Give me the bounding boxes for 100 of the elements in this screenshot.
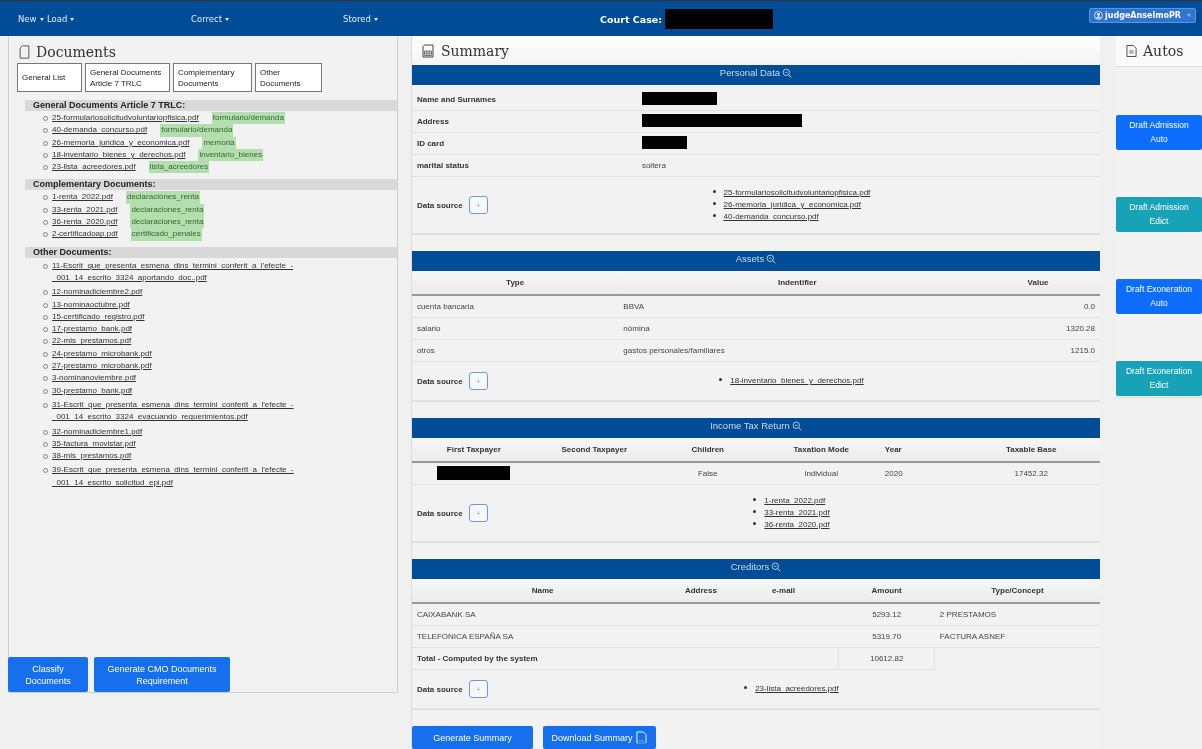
- file-link[interactable]: 33-renta_2021.pdf: [52, 203, 118, 217]
- file-link[interactable]: 38-mis_prestamos.pdf: [52, 450, 132, 463]
- file-link[interactable]: 24-prestamo_microbank.pdf: [52, 347, 152, 361]
- table-cell: 1320.28: [976, 317, 1100, 340]
- file-link[interactable]: 30-prestamo_bank.pdf: [52, 384, 133, 397]
- column-header: Address: [673, 579, 729, 603]
- draft-button[interactable]: Draft Exoneration Auto: [1116, 279, 1202, 314]
- group-heading: Other Documents:: [25, 246, 397, 258]
- file-link[interactable]: 2-certificadoap.pdf: [52, 228, 118, 241]
- tab[interactable]: General List: [17, 63, 82, 92]
- data-source-label: Data source: [416, 508, 463, 518]
- group-heading: General Documents Article 7 TRLC:: [25, 100, 397, 111]
- panel-title: Autos: [1143, 43, 1184, 59]
- action-button[interactable]: Generate Summary: [411, 726, 533, 749]
- source-link[interactable]: 26-memoria_juridica_y_economica.pdf: [723, 200, 861, 209]
- bullet-icon: [744, 686, 748, 690]
- file-link[interactable]: 39-Escrit_que_presenta_esmena_dins_termini_conferit_a_l'efecte_-_001_14_escrito_solicitud_epi.pdf: [52, 464, 296, 489]
- menu-button[interactable]: Correct: [191, 14, 230, 24]
- column-header: Amount: [838, 579, 935, 603]
- file-link[interactable]: 13-nominaoctubre.pdf: [52, 298, 130, 311]
- column-header: Indentifier: [618, 271, 977, 295]
- file-link[interactable]: 25-formulariosolicitudvoluntariopfisica.pdf: [52, 112, 199, 125]
- category-tag: formulario/demanda: [211, 112, 285, 125]
- action-button[interactable]: Classify Documents: [8, 657, 88, 692]
- document-icon: [636, 731, 648, 744]
- column-header: Children: [652, 438, 763, 462]
- column-header: Taxation Mode: [762, 438, 880, 462]
- draft-button[interactable]: Draft Admission Auto: [1116, 115, 1202, 150]
- column-header: Name: [411, 579, 674, 603]
- bullet-icon: [753, 510, 757, 514]
- menu-button[interactable]: Stored: [343, 14, 378, 24]
- source-link[interactable]: 23-lista_acreedores.pdf: [755, 684, 839, 693]
- table-cell: 2 PRESTAMOS: [934, 603, 1100, 626]
- file-link[interactable]: 40-demanda_concurso.pdf: [52, 124, 148, 137]
- menu-button[interactable]: Load: [47, 14, 75, 24]
- category-tag: declaraciones_renta: [130, 216, 205, 229]
- column-header: Year: [879, 438, 963, 462]
- field-label: Address: [411, 110, 637, 133]
- field-value: soltera: [641, 161, 666, 170]
- document-icon: [1126, 44, 1137, 58]
- category-tag: declaraciones_renta: [125, 191, 200, 204]
- file-link[interactable]: 26-memoria_juridica_y_economica.pdf: [52, 136, 190, 149]
- tab[interactable]: General Documents Article 7 TRLC: [85, 63, 170, 92]
- action-button[interactable]: Generate CMO Documents Requirement: [94, 657, 230, 692]
- file-link[interactable]: 36-renta_2020.pdf: [52, 216, 118, 229]
- source-link[interactable]: 36-renta_2020.pdf: [764, 520, 830, 529]
- menu-button[interactable]: New: [18, 14, 44, 24]
- table-cell: 10612.82: [838, 647, 935, 670]
- data-source-label: Data source: [416, 200, 463, 210]
- source-link[interactable]: 1-renta_2022.pdf: [764, 496, 826, 505]
- column-header: Type: [411, 271, 619, 295]
- section-title: Assets: [735, 253, 765, 264]
- panel-title: Summary: [440, 42, 510, 59]
- category-tag: certificado_penales: [130, 228, 202, 241]
- bullet-icon: [753, 522, 757, 526]
- section-title: Creditors: [730, 561, 770, 572]
- table-cell: salario: [411, 317, 619, 340]
- spreadsheet-icon: [421, 43, 434, 58]
- file-link[interactable]: 17-prestamo_bank.pdf: [52, 323, 133, 336]
- table-cell: 5293.12: [838, 603, 935, 626]
- table-cell: 1215.0: [976, 339, 1100, 362]
- file-link[interactable]: 27-prestamo_microbank.pdf: [52, 360, 152, 373]
- column-header: First Taxpayer: [411, 438, 536, 462]
- column-header: e-mail: [728, 579, 839, 603]
- file-link[interactable]: 1-renta_2022.pdf: [52, 191, 113, 204]
- file-link[interactable]: 12-nominadiciembre2.pdf: [52, 286, 143, 299]
- bullet-icon: [712, 190, 716, 194]
- source-link[interactable]: 25-formulariosolicitudvoluntariopfisica.pdf: [723, 188, 871, 197]
- user-icon: [1094, 11, 1103, 20]
- user-menu-button[interactable]: judgeAnselmoPR: [1089, 8, 1196, 23]
- field-label: Name and Surnames: [411, 89, 637, 111]
- category-tag: lista_acreedores: [148, 161, 210, 174]
- caret-icon: [373, 17, 378, 21]
- group-heading: Complementary Documents:: [25, 179, 397, 191]
- action-button[interactable]: Download Summary: [542, 726, 656, 749]
- table-cell: 0.0: [976, 295, 1100, 318]
- total-label: Total - Computed by the system: [411, 647, 839, 670]
- source-link[interactable]: 18-inventario_bienes_y_derechos.pdf: [730, 376, 864, 385]
- tab[interactable]: Complementary Documents: [173, 63, 252, 92]
- file-link[interactable]: 22-mis_prestamos.pdf: [52, 335, 132, 348]
- file-link[interactable]: 15-certificado_registro.pdf: [52, 310, 145, 324]
- source-link[interactable]: 40-demanda_concurso.pdf: [723, 212, 819, 221]
- panel-title: Documents: [36, 44, 116, 60]
- file-link[interactable]: 23-lista_acreedores.pdf: [52, 161, 136, 174]
- tab[interactable]: Other Documents: [255, 63, 322, 92]
- category-tag: formulario/demanda: [160, 124, 234, 137]
- bullet-icon: [753, 498, 757, 502]
- file-link[interactable]: 11-Escrit_que_presenta_esmena_dins_termini_conferit_a_l'efecte_-_001_14_escrito_3324_aportando_doc..pdf: [52, 259, 296, 285]
- caret-icon: [39, 17, 44, 21]
- file-link[interactable]: 32-nominadiciembre1.pdf: [52, 425, 143, 438]
- source-link[interactable]: 33-renta_2021.pdf: [764, 508, 830, 517]
- section-title: Income Tax Return: [710, 420, 790, 431]
- field-label: ID card: [411, 132, 637, 155]
- column-header: Second Taxpayer: [535, 438, 653, 462]
- column-header: Type/Concept: [934, 579, 1100, 603]
- table-cell: TELEFONICA ESPAÑA SA: [411, 625, 674, 648]
- file-link[interactable]: 18-inventario_bienes_y_derechos.pdf: [52, 148, 186, 162]
- file-link[interactable]: 35-factura_movistar.pdf: [52, 437, 136, 451]
- file-link[interactable]: 3-nominanoviembre.pdf: [52, 372, 137, 385]
- file-link[interactable]: 31-Escrit_que_presenta_esmena_dins_termini_conferit_a_l'efecte_-_001_14_escrito_3324_evacuando_requerimientos.pdf: [52, 398, 296, 424]
